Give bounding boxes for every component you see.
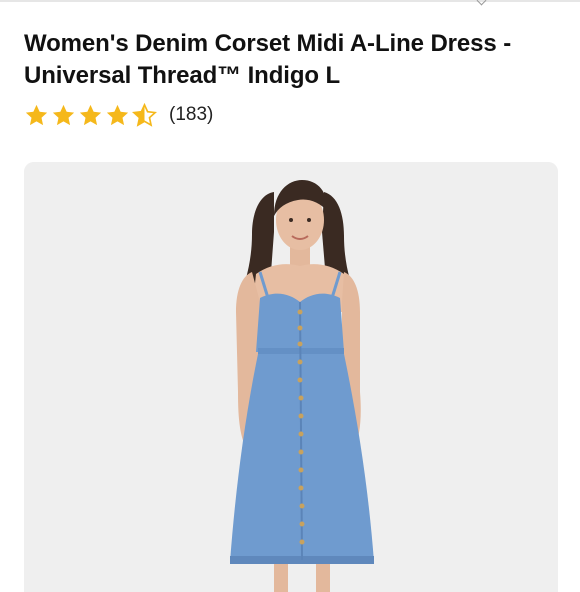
star-icon xyxy=(106,104,129,125)
star-half-icon xyxy=(132,102,157,127)
star-icon xyxy=(52,104,75,125)
chevron-down-icon[interactable] xyxy=(476,0,487,6)
star-icon xyxy=(25,104,48,125)
product-photo xyxy=(24,162,558,592)
product-title: Women's Denim Corset Midi A-Line Dress -… xyxy=(24,30,512,89)
review-count[interactable]: (183) xyxy=(169,104,213,126)
star-rating xyxy=(24,102,157,128)
product-image-panel[interactable] xyxy=(24,162,558,592)
top-divider xyxy=(0,0,580,2)
star-icon xyxy=(79,104,102,125)
rating-row[interactable]: (183) xyxy=(24,101,213,129)
